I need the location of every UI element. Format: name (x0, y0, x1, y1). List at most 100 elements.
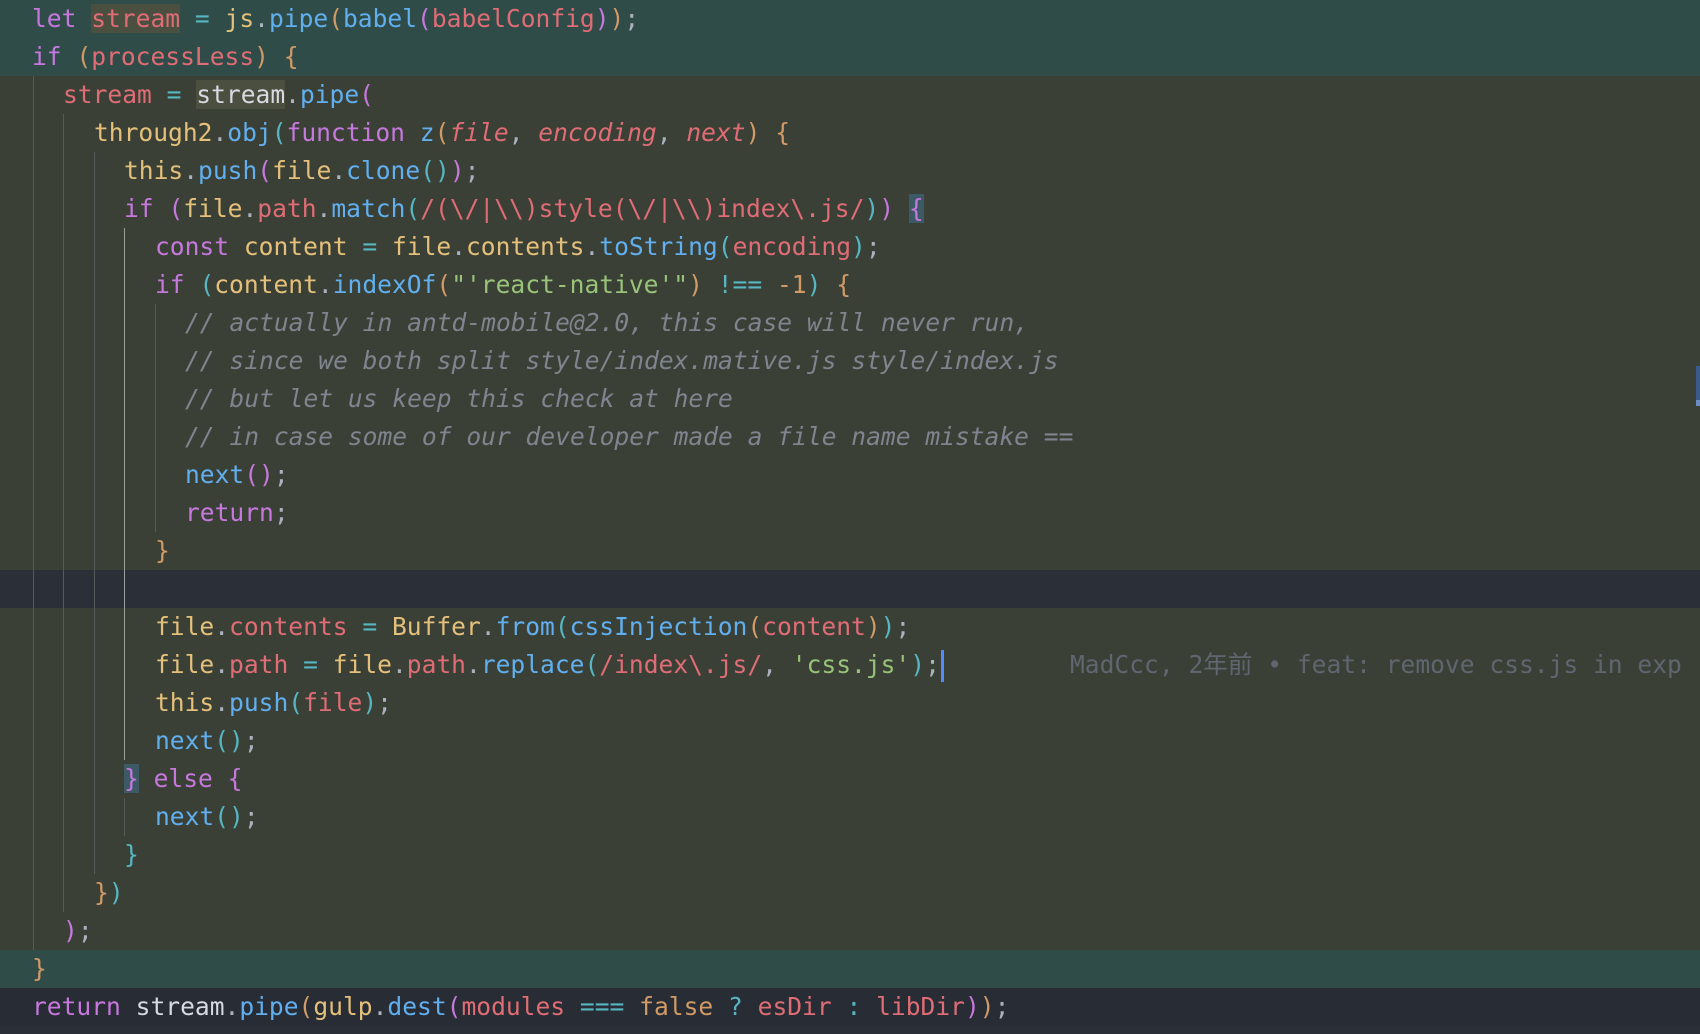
code-text: through2.obj(function z(file, encoding, … (94, 118, 791, 147)
code-text: file.path = file.path.replace(/index\.js… (155, 646, 944, 684)
indent-guide (94, 342, 95, 380)
code-line-1[interactable]: let stream = js.pipe(babel(babelConfig))… (0, 0, 1700, 38)
indent-guide (33, 646, 34, 684)
code-line-13[interactable]: next(); (0, 456, 1700, 494)
indent-guide (33, 456, 34, 494)
indent-guide (63, 266, 64, 304)
indent-guide (63, 684, 64, 722)
indent-guide (63, 342, 64, 380)
code-text: } else { (124, 764, 243, 793)
indent-guide (124, 456, 125, 494)
code-line-11[interactable]: // but let us keep this check at here (0, 380, 1700, 418)
code-line-4[interactable]: through2.obj(function z(file, encoding, … (0, 114, 1700, 152)
code-line-12[interactable]: // in case some of our developer made a … (0, 418, 1700, 456)
code-text: next(); (185, 460, 289, 489)
code-line-26[interactable]: } (0, 950, 1700, 988)
indent-guide (63, 494, 64, 532)
code-line-20[interactable]: next(); (0, 722, 1700, 760)
indent-guide (124, 570, 125, 608)
code-line-15[interactable]: } (0, 532, 1700, 570)
code-line-27[interactable]: return stream.pipe(gulp.dest(modules ===… (0, 988, 1700, 1026)
indent-guide (63, 152, 64, 190)
indent-guide (155, 304, 156, 342)
indent-guide (33, 760, 34, 798)
code-comment: // actually in antd-mobile@2.0, this cas… (185, 308, 1029, 337)
indent-guide (124, 228, 125, 266)
indent-guide (94, 228, 95, 266)
code-line-24[interactable]: }) (0, 874, 1700, 912)
code-text: ); (63, 916, 93, 945)
indent-guide (124, 532, 125, 570)
indent-guide (94, 722, 95, 760)
indent-guide (63, 190, 64, 228)
indent-guide (33, 570, 34, 608)
code-line-9[interactable]: // actually in antd-mobile@2.0, this cas… (0, 304, 1700, 342)
indent-guide (33, 532, 34, 570)
indent-guide (63, 114, 64, 152)
indent-guide (63, 418, 64, 456)
code-text: if (content.indexOf("'react-native'") !=… (155, 270, 852, 299)
code-line-6[interactable]: if (file.path.match(/(\/|\\)style(\/|\\)… (0, 190, 1700, 228)
code-text: } (32, 954, 47, 983)
indent-guide (33, 190, 34, 228)
indent-guide (63, 228, 64, 266)
code-line-16[interactable] (0, 570, 1700, 608)
code-line-21[interactable]: } else { (0, 760, 1700, 798)
indent-guide (33, 874, 34, 912)
indent-guide (33, 836, 34, 874)
code-text: if (processLess) { (32, 42, 299, 71)
indent-guide (33, 304, 34, 342)
code-text: next(); (155, 726, 259, 755)
code-text: stream = stream.pipe( (63, 80, 374, 109)
indent-guide (33, 342, 34, 380)
code-line-5[interactable]: this.push(file.clone()); (0, 152, 1700, 190)
code-line-8[interactable]: if (content.indexOf("'react-native'") !=… (0, 266, 1700, 304)
code-line-7[interactable]: const content = file.contents.toString(e… (0, 228, 1700, 266)
indent-guide (94, 532, 95, 570)
indent-guide (124, 342, 125, 380)
code-line-2[interactable]: if (processLess) { (0, 38, 1700, 76)
code-line-10[interactable]: // since we both split style/index.mativ… (0, 342, 1700, 380)
code-line-22[interactable]: next(); (0, 798, 1700, 836)
code-line-14[interactable]: return; (0, 494, 1700, 532)
indent-guide (33, 418, 34, 456)
code-line-3[interactable]: stream = stream.pipe( (0, 76, 1700, 114)
indent-guide (155, 494, 156, 532)
code-text: this.push(file); (155, 688, 392, 717)
code-line-25[interactable]: ); (0, 912, 1700, 950)
code-line-18[interactable]: file.path = file.path.replace(/index\.js… (0, 646, 1700, 684)
indent-guide (155, 456, 156, 494)
code-text: } (155, 536, 170, 565)
indent-guide (94, 836, 95, 874)
indent-guide (94, 570, 95, 608)
code-editor[interactable]: let stream = js.pipe(babel(babelConfig))… (0, 0, 1700, 1034)
indent-guide (33, 684, 34, 722)
indent-guide (94, 798, 95, 836)
indent-guide (155, 418, 156, 456)
indent-guide (124, 304, 125, 342)
indent-guide (33, 722, 34, 760)
code-comment: // in case some of our developer made a … (185, 422, 1074, 451)
indent-guide (63, 304, 64, 342)
indent-guide (33, 608, 34, 646)
indent-guide (63, 722, 64, 760)
code-comment: // since we both split style/index.mativ… (185, 346, 1059, 375)
code-line-19[interactable]: this.push(file); (0, 684, 1700, 722)
indent-guide (33, 114, 34, 152)
indent-guide (63, 532, 64, 570)
indent-guide (124, 798, 125, 836)
code-text: this.push(file.clone()); (124, 156, 480, 185)
indent-guide (94, 760, 95, 798)
indent-guide (33, 228, 34, 266)
indent-guide (63, 874, 64, 912)
code-comment: // but let us keep this check at here (185, 384, 733, 413)
code-line-23[interactable]: } (0, 836, 1700, 874)
indent-guide (124, 418, 125, 456)
code-line-17[interactable]: file.contents = Buffer.from(cssInjection… (0, 608, 1700, 646)
indent-guide (124, 646, 125, 684)
indent-guide (33, 798, 34, 836)
code-text: next(); (155, 802, 259, 831)
indent-guide (33, 76, 34, 114)
code-text: return; (185, 498, 289, 527)
indent-guide (63, 760, 64, 798)
